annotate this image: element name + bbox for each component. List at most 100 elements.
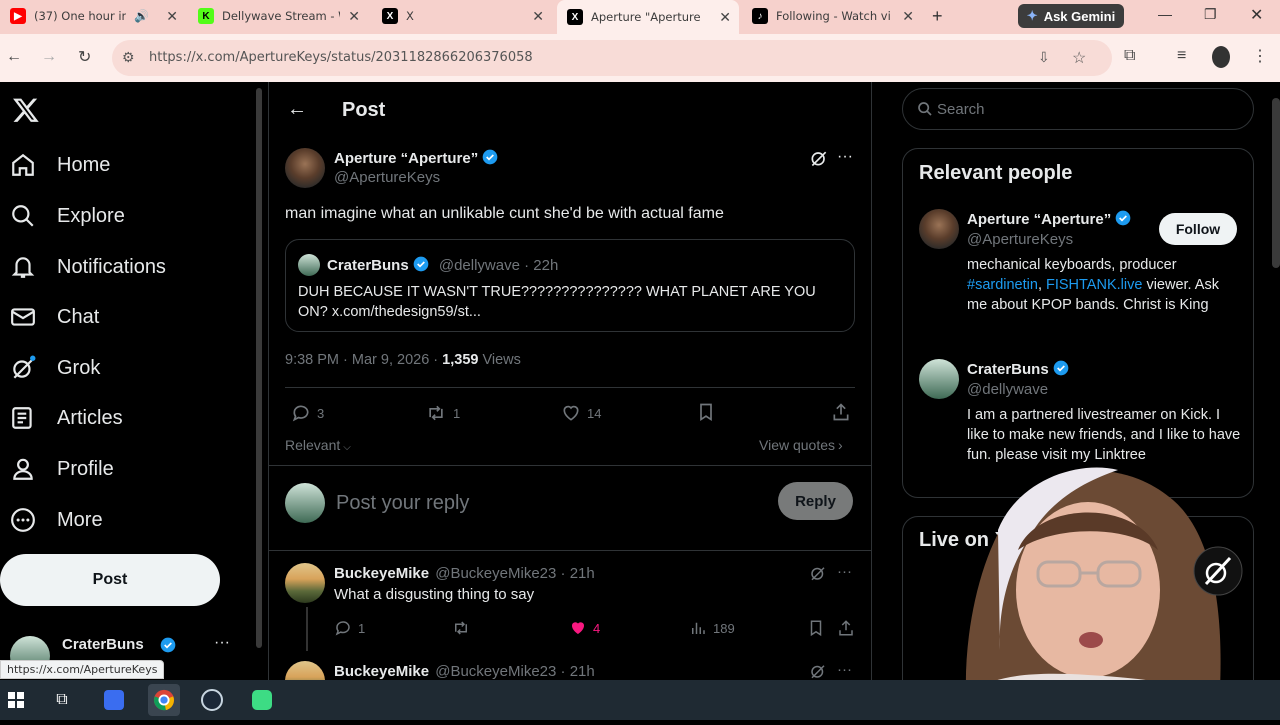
repost-icon[interactable] [451, 619, 471, 642]
avatar[interactable] [919, 359, 959, 399]
address-bar[interactable]: ⚙ https://x.com/ApertureKeys/status/2031… [112, 40, 1112, 76]
bookmark-icon[interactable] [696, 402, 716, 427]
more-dots-icon[interactable]: ··· [214, 634, 230, 652]
follow-button[interactable]: Follow [1159, 213, 1237, 245]
restore-icon[interactable]: ❐ [1204, 6, 1217, 23]
reload-icon[interactable]: ↻ [78, 47, 91, 67]
bookmark-icon[interactable] [807, 619, 825, 642]
post-author[interactable]: Aperture “Aperture” [334, 149, 498, 167]
new-tab-button[interactable]: + [932, 6, 943, 27]
ask-gemini-button[interactable]: ✦ Ask Gemini [1018, 4, 1124, 28]
scrollbar[interactable] [256, 88, 262, 648]
person-name[interactable]: Aperture “Aperture” [967, 211, 1111, 228]
like-action[interactable]: 4 [569, 619, 600, 637]
reply-item[interactable]: BuckeyeMike @BuckeyeMike23 · 21h ··· [269, 651, 871, 680]
nav-home[interactable]: Home [10, 145, 110, 185]
tab-active-post[interactable]: X Aperture "Aperture" o ✕ [557, 0, 739, 34]
sort-dropdown[interactable]: Relevant ⌵ [285, 437, 351, 453]
search-input[interactable]: Search [902, 88, 1254, 130]
reply-action[interactable]: 1 [334, 619, 365, 637]
nav-explore[interactable]: Explore [10, 196, 125, 236]
reply-button[interactable]: Reply [778, 482, 853, 520]
avatar[interactable] [285, 148, 325, 188]
author-name[interactable]: Aperture “Aperture” [334, 150, 478, 167]
quoted-post[interactable]: CraterBuns @dellywave · 22h DUH BECAUSE … [285, 239, 855, 332]
share-icon[interactable] [831, 402, 851, 427]
avatar[interactable] [285, 563, 325, 603]
steam-icon[interactable] [196, 684, 228, 716]
more-dots-icon[interactable]: ··· [837, 563, 852, 580]
reply-item[interactable]: BuckeyeMike @BuckeyeMike23 · 21h ··· Wha… [269, 551, 871, 651]
share-icon[interactable] [837, 619, 855, 642]
nav-notifications[interactable]: Notifications [10, 247, 166, 287]
avatar[interactable] [919, 209, 959, 249]
close-window-icon[interactable]: ✕ [1250, 5, 1263, 25]
grok-icon[interactable] [809, 148, 829, 173]
grok-icon[interactable] [809, 662, 827, 680]
nav-grok[interactable]: Grok [10, 348, 100, 388]
close-tab-icon[interactable]: ✕ [532, 8, 544, 25]
back-icon[interactable]: ← [6, 48, 22, 66]
post-button[interactable]: Post [0, 554, 220, 606]
hashtag-link[interactable]: #sardinetin [967, 277, 1038, 293]
tab-youtube[interactable]: ▶ (37) One hour in 🔊 ✕ [0, 2, 186, 30]
person-header[interactable]: CraterBuns [967, 360, 1069, 378]
extensions-icon[interactable]: ⧉ [1124, 47, 1135, 65]
reply-action[interactable]: 3 [291, 403, 324, 423]
close-tab-icon[interactable]: ✕ [902, 8, 914, 25]
nav-more[interactable]: More [10, 500, 103, 540]
x-logo-icon[interactable] [12, 96, 40, 131]
tab-tiktok[interactable]: ♪ Following - Watch vi ✕ [742, 2, 922, 30]
reply-time[interactable]: 21h [570, 565, 595, 582]
nav-label: Notifications [57, 255, 166, 278]
nav-label: Profile [57, 457, 114, 480]
more-dots-icon[interactable]: ··· [837, 148, 853, 166]
view-quotes-link[interactable]: View quotes › [759, 437, 843, 453]
bio-link[interactable]: FISHTANK.live [1046, 277, 1142, 293]
avatar[interactable] [285, 661, 325, 680]
reply-author-handle[interactable]: @BuckeyeMike23 [435, 663, 556, 680]
person-handle[interactable]: @dellywave [967, 381, 1048, 398]
nav-articles[interactable]: Articles [10, 398, 123, 438]
tab-label: Following - Watch vi [776, 9, 891, 23]
post-timestamp[interactable]: 9:38 PM · Mar 9, 2026 · [285, 352, 442, 368]
app-icon[interactable] [98, 684, 130, 716]
person-header[interactable]: Aperture “Aperture” [967, 210, 1131, 228]
grok-icon[interactable] [809, 564, 827, 587]
chrome-icon[interactable] [148, 684, 180, 716]
nav-chat[interactable]: Chat [10, 297, 99, 337]
person-handle[interactable]: @ApertureKeys [967, 231, 1073, 248]
bookmark-star-icon[interactable]: ☆ [1072, 48, 1086, 68]
tab-x[interactable]: X X ✕ [372, 2, 552, 30]
repost-action[interactable]: 1 [425, 403, 460, 423]
site-info-icon[interactable]: ⚙ [122, 49, 135, 66]
url-text[interactable]: https://x.com/ApertureKeys/status/203118… [149, 50, 533, 65]
close-tab-icon[interactable]: ✕ [719, 9, 731, 26]
reply-author-name[interactable]: BuckeyeMike [334, 663, 429, 680]
close-tab-icon[interactable]: ✕ [166, 8, 178, 25]
task-view-icon[interactable]: ⧉ [46, 684, 78, 716]
reply-input[interactable]: Post your reply [336, 492, 469, 515]
scrollbar[interactable] [1272, 98, 1280, 268]
back-arrow-icon[interactable]: ← [287, 98, 307, 121]
menu-dots-icon[interactable]: ⋮ [1252, 46, 1268, 66]
close-tab-icon[interactable]: ✕ [348, 8, 360, 25]
like-action[interactable]: 14 [561, 403, 601, 423]
app-icon[interactable] [246, 684, 278, 716]
media-controls-icon[interactable]: ≡ [1177, 47, 1186, 65]
forward-icon[interactable]: → [41, 48, 57, 66]
more-dots-icon[interactable]: ··· [837, 661, 852, 678]
reply-author-handle[interactable]: @BuckeyeMike23 [435, 565, 556, 582]
reply-author-name[interactable]: BuckeyeMike [334, 565, 429, 582]
author-handle[interactable]: @ApertureKeys [334, 169, 440, 186]
install-app-icon[interactable]: ⇩ [1038, 49, 1050, 66]
minimize-icon[interactable]: — [1158, 6, 1172, 22]
person-name[interactable]: CraterBuns [967, 361, 1049, 378]
speaker-icon[interactable]: 🔊 [134, 9, 149, 23]
windows-start-icon[interactable] [0, 684, 32, 716]
profile-avatar[interactable] [1212, 46, 1230, 68]
tab-kick[interactable]: K Dellywave Stream - W ✕ [188, 2, 368, 30]
reply-time[interactable]: 21h [570, 663, 595, 680]
views-action[interactable]: 189 [689, 619, 735, 637]
nav-profile[interactable]: Profile [10, 449, 114, 489]
